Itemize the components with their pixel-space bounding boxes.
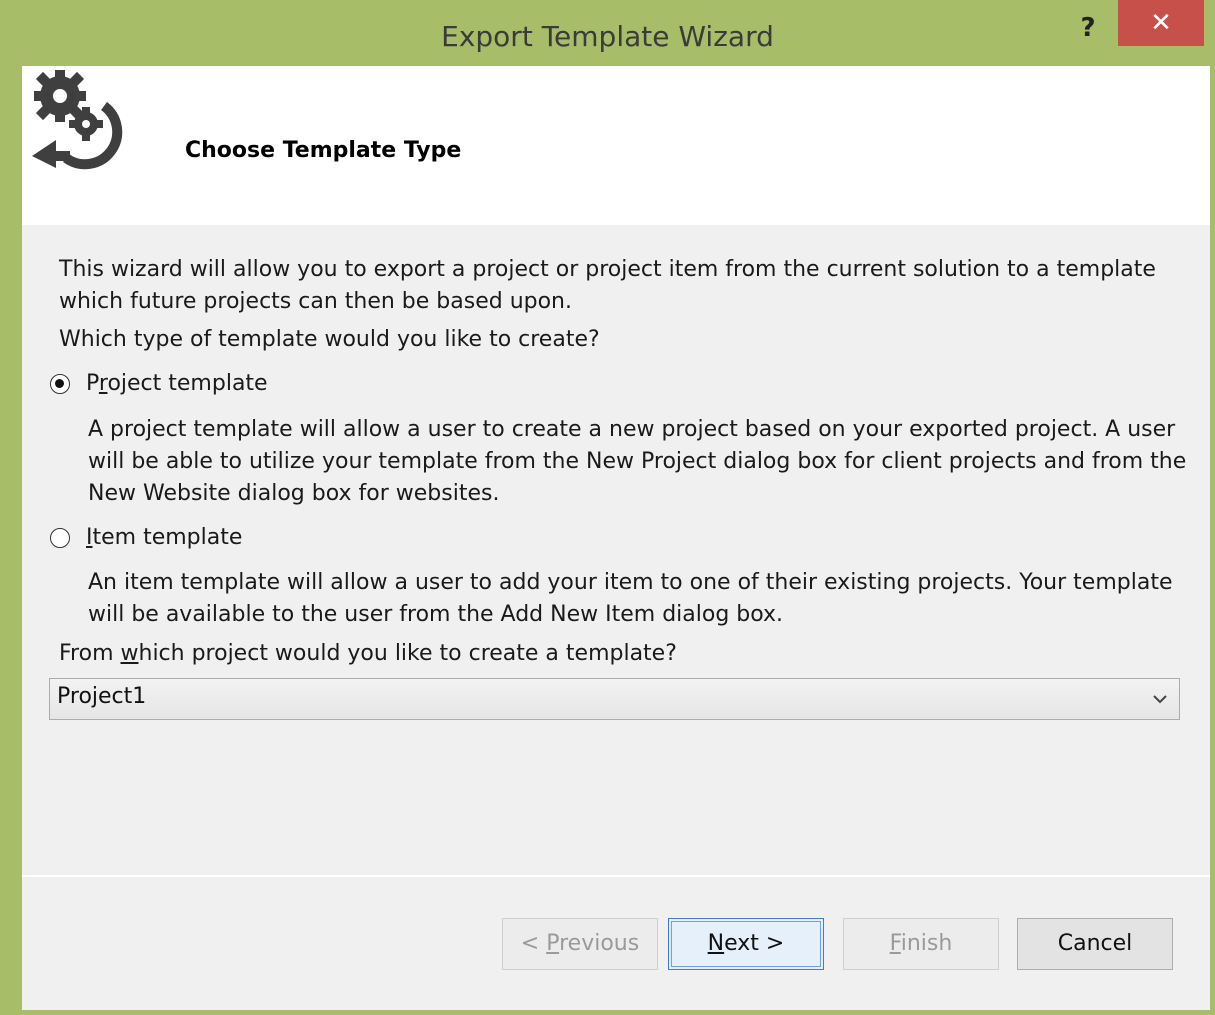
item-template-description-line-2: will be available to the user from the A…: [88, 602, 784, 627]
window-title: Export Template Wizard: [441, 20, 774, 53]
chevron-down-icon: [1153, 695, 1167, 704]
label-part: tem template: [92, 525, 243, 550]
label-part: From: [59, 641, 121, 666]
cancel-button[interactable]: Cancel: [1017, 918, 1173, 970]
title-bar[interactable]: Export Template Wizard ? ✕: [0, 0, 1215, 72]
label-access-key: F: [889, 931, 901, 956]
export-template-wizard-window: Export Template Wizard ? ✕ Choose Templa…: [0, 0, 1215, 1015]
finish-button[interactable]: Finish: [843, 918, 999, 970]
gears-arrow-icon: [32, 70, 123, 170]
project-template-description-line-1: A project template will allow a user to …: [88, 417, 1176, 442]
project-template-description-line-2: will be able to utilize your template fr…: [88, 449, 1187, 474]
project-template-label[interactable]: Project template: [86, 368, 268, 400]
project-template-radio[interactable]: [50, 374, 70, 394]
label-part: hich project would you like to create a …: [138, 641, 677, 666]
project-select-value: Project1: [57, 684, 147, 709]
item-template-label[interactable]: Item template: [86, 522, 242, 554]
previous-button[interactable]: < Previous: [502, 918, 658, 970]
label-access-key: P: [546, 931, 560, 956]
label-part: inish: [900, 931, 953, 956]
label-part: <: [520, 931, 547, 956]
wizard-header: Choose Template Type: [22, 66, 1210, 225]
label-part: P: [86, 371, 99, 396]
project-template-description-line-3: New Website dialog box for websites.: [88, 481, 500, 506]
radio-selected-dot: [55, 379, 64, 388]
item-template-radio[interactable]: [50, 528, 70, 548]
project-select-dropdown[interactable]: Project1: [49, 678, 1180, 720]
template-type-question: Which type of template would you like to…: [59, 327, 600, 352]
next-button[interactable]: Next >: [668, 918, 824, 970]
intro-text-line-1: This wizard will allow you to export a p…: [59, 257, 1156, 282]
intro-text-line-2: which future projects can then be based …: [59, 289, 572, 314]
dialog-client-area: Choose Template Type This wizard will al…: [22, 66, 1210, 1010]
item-template-description-line-1: An item template will allow a user to ad…: [88, 570, 1173, 595]
label-access-key: w: [120, 641, 139, 666]
focus-ring: [671, 921, 821, 967]
page-title: Choose Template Type: [185, 138, 462, 163]
close-button[interactable]: ✕: [1118, 0, 1204, 46]
footer-separator: [22, 875, 1210, 877]
label-part: oject template: [107, 371, 268, 396]
label-part: revious: [559, 931, 640, 956]
project-question-label: From which project would you like to cre…: [59, 638, 677, 670]
help-button[interactable]: ?: [1071, 12, 1105, 44]
